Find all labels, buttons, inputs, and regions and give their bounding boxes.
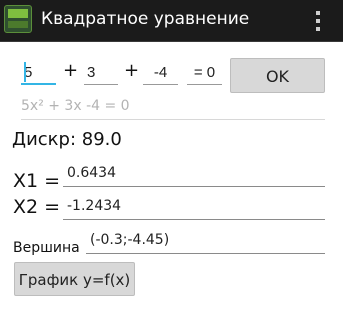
root-x1-field[interactable]: 0.6434	[63, 165, 325, 187]
equation-preview-field[interactable]: 5x² + 3x -4 = 0	[21, 98, 325, 120]
coefficient-b-input[interactable]	[84, 61, 118, 85]
ok-button[interactable]: OK	[230, 58, 325, 93]
discriminant-label: Дискр: 89.0	[12, 129, 122, 150]
coefficient-c-input[interactable]	[143, 61, 178, 85]
vertex-field[interactable]: (-0.3;-4.45)	[86, 232, 325, 254]
root-x2-label: X2 =	[13, 196, 61, 218]
plot-graph-button[interactable]: График y=f(x)	[14, 262, 135, 296]
overflow-menu-icon[interactable]	[311, 9, 325, 33]
app-title: Квадратное уравнение	[41, 9, 250, 29]
text-cursor	[24, 62, 26, 82]
app-logo-icon	[4, 5, 32, 33]
plus-operator-2: +	[124, 60, 140, 81]
coefficient-a-input[interactable]	[21, 61, 56, 85]
equals-zero-input[interactable]	[187, 61, 222, 85]
app-title-bar: Квадратное уравнение	[0, 0, 343, 42]
vertex-label: Вершина	[13, 240, 80, 256]
root-x1-label: X1 =	[13, 170, 61, 192]
root-x2-field[interactable]: -1.2434	[63, 198, 325, 220]
plus-operator-1: +	[63, 60, 79, 81]
